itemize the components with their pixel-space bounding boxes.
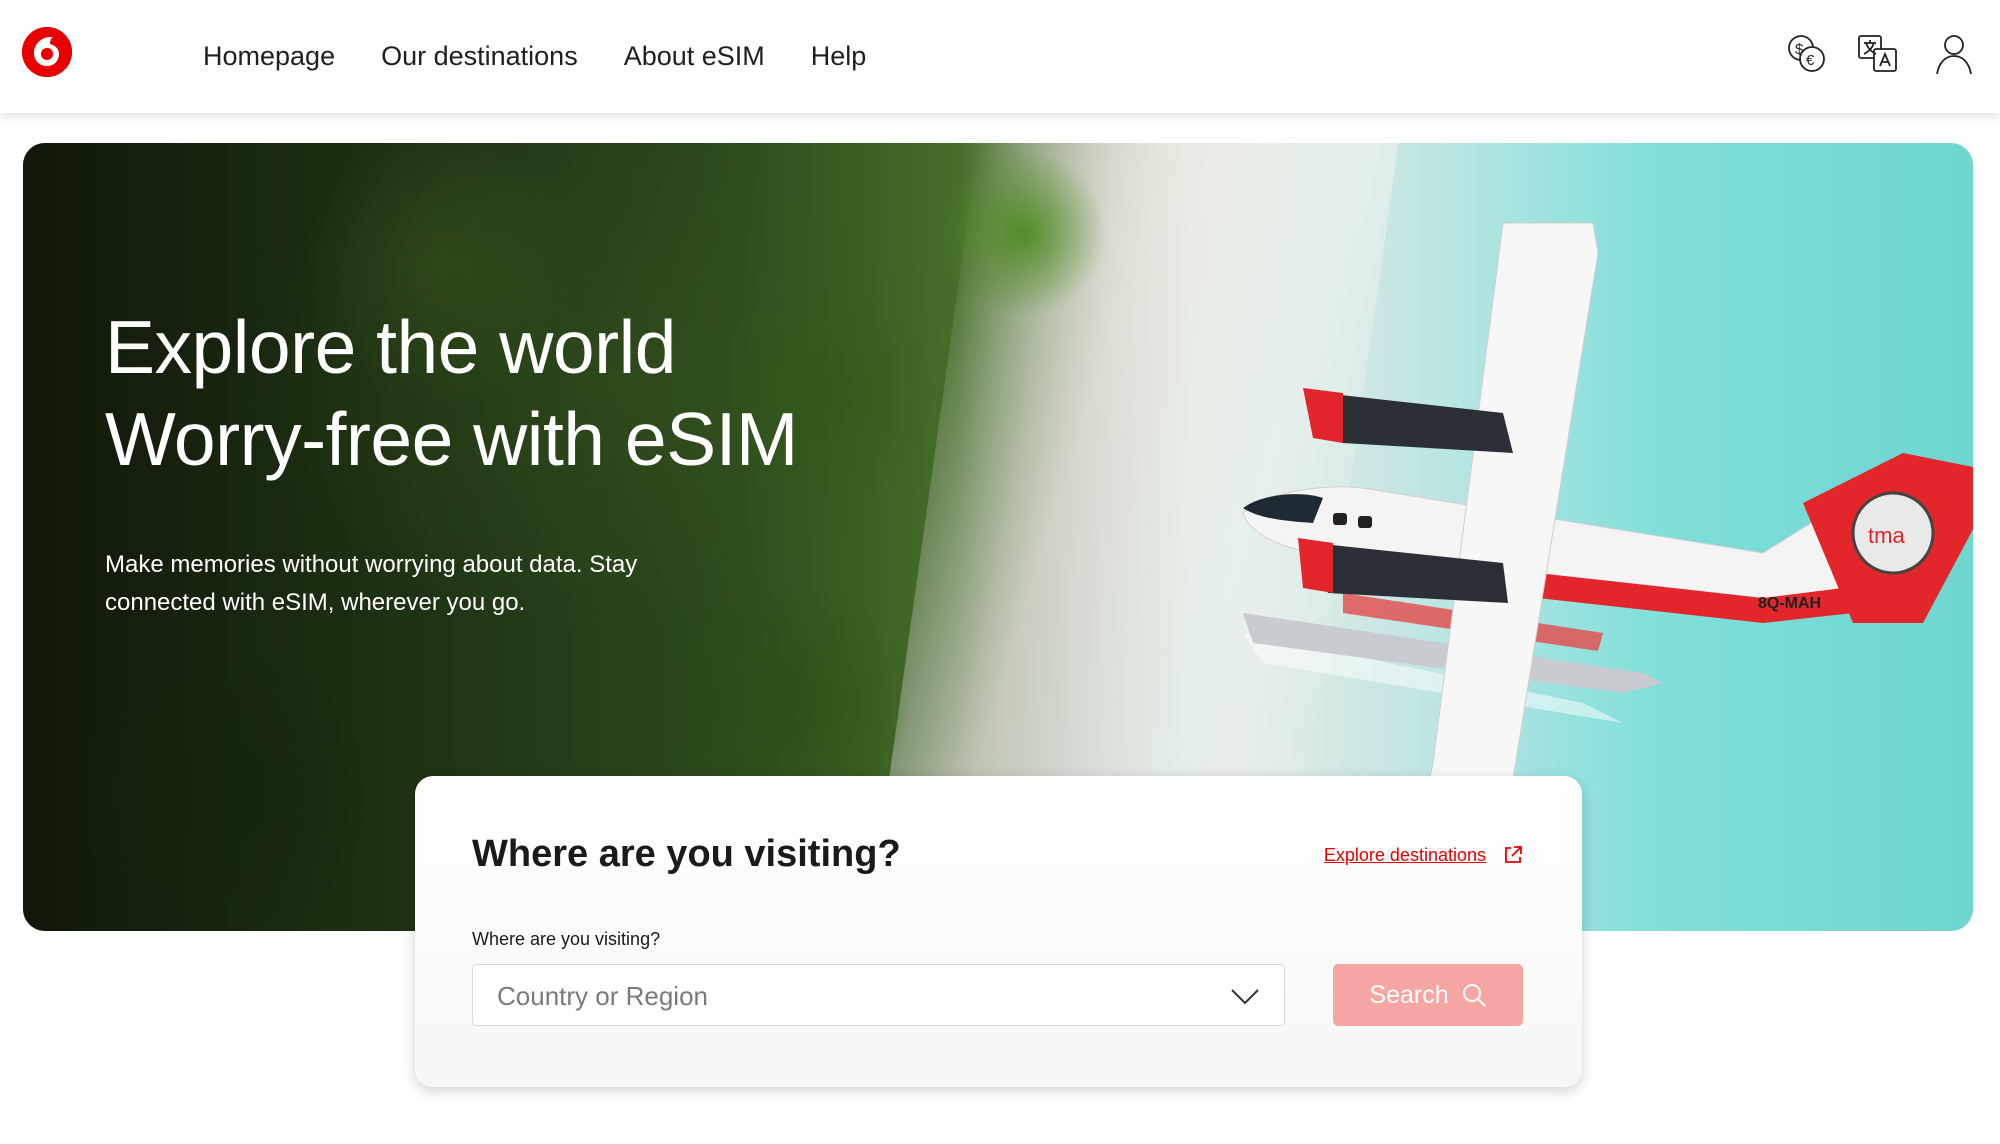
plane-logo-text: tma bbox=[1868, 523, 1905, 548]
external-link-icon bbox=[1505, 846, 1522, 863]
svg-text:$: $ bbox=[1795, 41, 1804, 58]
svg-text:€: € bbox=[1806, 52, 1815, 69]
nav-help[interactable]: Help bbox=[811, 41, 867, 72]
destination-field-label: Where are you visiting? bbox=[472, 929, 661, 949]
user-account-icon[interactable] bbox=[1930, 30, 1978, 78]
main-nav: Homepage Our destinations About eSIM Hel… bbox=[203, 0, 912, 113]
search-card: Where are you visiting? Explore destinat… bbox=[415, 776, 1582, 1087]
hero-subtitle: Make memories without worrying about dat… bbox=[105, 551, 638, 616]
hero-title-line1: Explore the world bbox=[105, 305, 676, 389]
hero-title-line2: Worry-free with eSIM bbox=[105, 397, 798, 481]
nav-homepage[interactable]: Homepage bbox=[203, 41, 335, 72]
site-header: Homepage Our destinations About eSIM Hel… bbox=[0, 0, 2000, 113]
search-button-label: Search bbox=[1369, 980, 1449, 1009]
nav-about-esim[interactable]: About eSIM bbox=[624, 41, 765, 72]
plane-registration: 8Q-MAH bbox=[1758, 595, 1821, 612]
destination-placeholder: Country or Region bbox=[497, 981, 708, 1011]
nav-our-destinations[interactable]: Our destinations bbox=[381, 41, 578, 72]
explore-destinations-label: Explore destinations bbox=[1323, 844, 1486, 865]
currency-icon[interactable]: $ € bbox=[1782, 30, 1830, 78]
search-card-title: Where are you visiting? bbox=[472, 833, 901, 875]
search-icon bbox=[1462, 984, 1486, 1007]
explore-destinations-link[interactable]: Explore destinations bbox=[1324, 844, 1524, 866]
language-icon[interactable] bbox=[1854, 30, 1902, 78]
hero-title: Explore the world Worry-free with eSIM bbox=[105, 301, 798, 485]
vodafone-logo-icon[interactable] bbox=[22, 27, 72, 77]
chevron-down-icon bbox=[1231, 989, 1259, 1005]
search-button[interactable]: Search bbox=[1333, 964, 1523, 1026]
destination-select[interactable]: Country or Region bbox=[472, 964, 1285, 1026]
